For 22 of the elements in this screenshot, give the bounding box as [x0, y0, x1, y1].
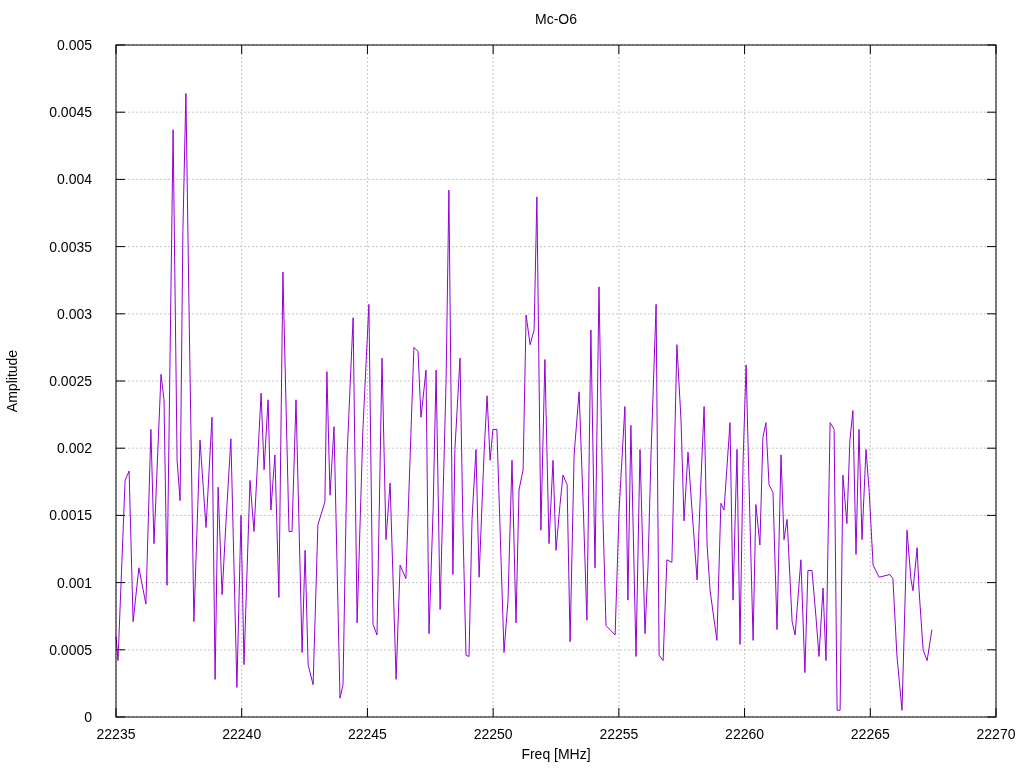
x-tick-label: 22265 — [850, 726, 890, 742]
chart-title: Mc-O6 — [535, 11, 577, 27]
y-tick-label: 0.001 — [56, 574, 92, 591]
y-tick-label: 0.0005 — [49, 641, 92, 658]
y-tick-label: 0.004 — [56, 171, 92, 188]
y-tick-label: 0 — [84, 709, 92, 725]
x-axis-label: Freq [MHz] — [521, 746, 591, 762]
x-tick-label: 22260 — [725, 726, 765, 742]
y-tick-label: 0.002 — [56, 440, 92, 457]
y-tick-label: 0.0035 — [49, 238, 92, 255]
x-tick-label: 22235 — [96, 726, 136, 742]
x-tick-label: 22270 — [976, 726, 1016, 742]
y-tick-label: 0.0045 — [49, 104, 92, 121]
x-tick-label: 22255 — [599, 726, 639, 742]
x-tick-label: 22245 — [347, 726, 387, 742]
y-tick-label: 0.003 — [56, 305, 92, 322]
y-tick-label: 0.005 — [56, 37, 92, 53]
y-axis-label: Amplitude — [4, 349, 20, 413]
x-tick-label: 22240 — [222, 726, 262, 742]
y-tick-label: 0.0025 — [49, 373, 92, 389]
x-tick-label: 22250 — [473, 726, 513, 742]
y-tick-label: 0.0015 — [49, 507, 92, 524]
